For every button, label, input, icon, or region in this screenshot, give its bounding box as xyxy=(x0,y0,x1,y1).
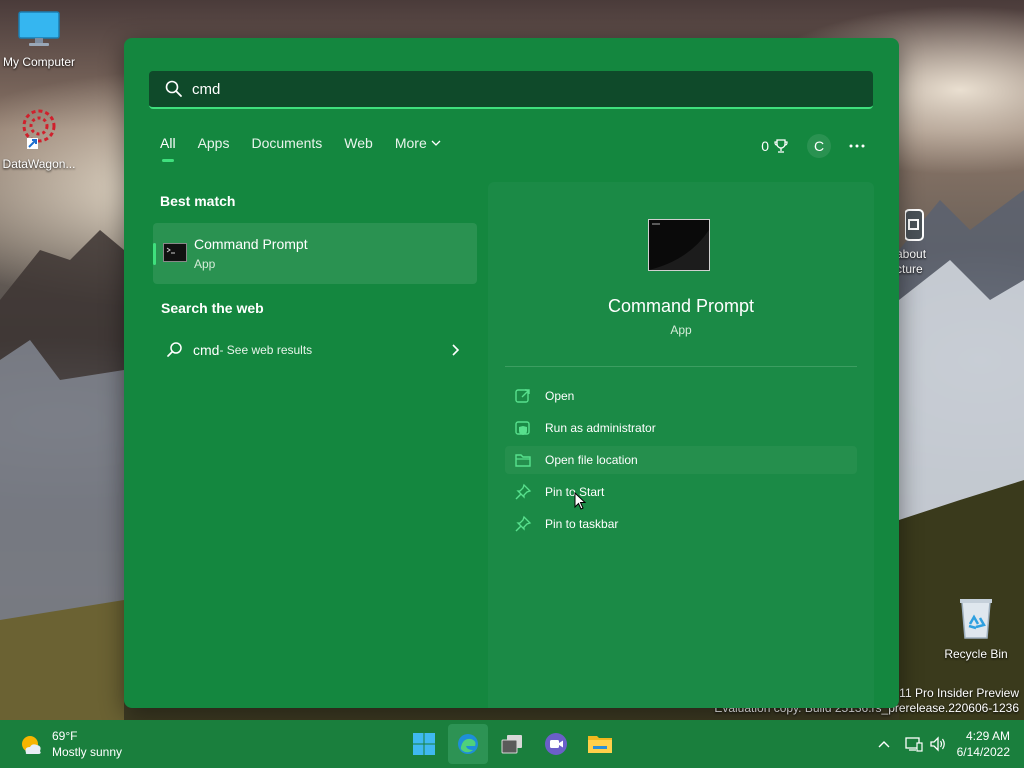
chevron-right-icon xyxy=(452,344,460,356)
chevron-down-icon xyxy=(431,140,441,146)
action-label: Open xyxy=(545,389,575,403)
folder-icon xyxy=(515,454,531,467)
partly-sunny-icon xyxy=(22,736,41,754)
action-pin-to-start[interactable]: Pin to Start xyxy=(505,478,857,506)
monitor-icon xyxy=(18,11,60,46)
more-options-button[interactable] xyxy=(849,143,865,149)
network-icon[interactable] xyxy=(904,736,923,752)
taskbar-task-view[interactable] xyxy=(492,724,532,764)
action-open-file-location[interactable]: Open file location xyxy=(505,446,857,474)
desktop-icon-label: Recycle Bin xyxy=(944,647,1008,661)
weather-widget[interactable]: 69°F Mostly sunny xyxy=(18,728,122,760)
result-details-pane: Command Prompt App Open Run as administr… xyxy=(488,182,874,708)
tab-web[interactable]: Web xyxy=(344,135,373,151)
clock-date: 6/14/2022 xyxy=(956,745,1010,759)
web-search-heading: Search the web xyxy=(161,300,264,316)
rewards-button[interactable]: 0 xyxy=(761,138,789,154)
tab-all[interactable]: All xyxy=(160,135,176,162)
file-explorer-icon xyxy=(588,736,612,753)
search-icon xyxy=(167,342,182,357)
tab-apps[interactable]: Apps xyxy=(198,135,230,151)
search-box[interactable] xyxy=(149,71,873,109)
divider xyxy=(505,366,857,367)
shield-icon xyxy=(515,421,530,435)
taskbar: 69°F Mostly sunny 4:29 AM 6/14/2022 xyxy=(0,720,1024,768)
recycle-bin-icon xyxy=(960,599,992,639)
best-match-heading: Best match xyxy=(160,193,236,209)
best-match-result[interactable]: Command Prompt App xyxy=(153,223,477,284)
trophy-icon xyxy=(774,139,788,153)
details-app-type: App xyxy=(670,323,692,337)
rewards-count: 0 xyxy=(761,138,769,154)
action-run-as-administrator[interactable]: Run as administrator xyxy=(505,414,857,442)
tab-more-label: More xyxy=(394,135,427,151)
command-prompt-icon xyxy=(163,243,187,262)
command-prompt-large-icon xyxy=(648,219,710,271)
avatar-initial: C xyxy=(813,138,825,154)
system-tray: 4:29 AM 6/14/2022 xyxy=(877,720,1024,768)
tab-documents[interactable]: Documents xyxy=(251,135,322,151)
web-search-query: cmd xyxy=(193,342,220,358)
edge-icon xyxy=(458,734,478,754)
selection-indicator xyxy=(153,243,156,265)
desktop-icon-my-computer[interactable]: My Computer xyxy=(0,10,78,69)
search-header-tools: 0 C xyxy=(743,134,865,158)
search-icon xyxy=(165,80,182,97)
pin-icon xyxy=(515,515,532,532)
action-label: Run as administrator xyxy=(545,421,656,435)
desktop-icon-label: My Computer xyxy=(2,55,76,69)
chevron-up-icon[interactable] xyxy=(877,739,891,749)
clock[interactable]: 4:29 AM 6/14/2022 xyxy=(957,728,1010,760)
volume-icon[interactable] xyxy=(929,736,947,752)
mouse-cursor-icon xyxy=(574,492,587,510)
taskbar-edge[interactable] xyxy=(448,724,488,764)
action-pin-to-taskbar[interactable]: Pin to taskbar xyxy=(505,510,857,538)
teams-icon xyxy=(545,733,567,755)
desktop-icon-about[interactable]: about cture xyxy=(896,208,936,277)
desktop-icon-datawagon[interactable]: DataWagon... xyxy=(0,106,78,171)
action-open[interactable]: Open xyxy=(505,382,857,410)
best-match-name: Command Prompt xyxy=(194,236,308,252)
best-match-type: App xyxy=(194,257,216,271)
action-label: Pin to taskbar xyxy=(545,517,619,531)
account-avatar[interactable]: C xyxy=(807,134,831,158)
desktop-icon-recycle-bin[interactable]: Recycle Bin xyxy=(938,596,1014,661)
datawagon-icon xyxy=(22,109,56,149)
ellipsis-icon xyxy=(849,144,865,148)
web-search-suffix: - See web results xyxy=(219,343,313,357)
app-icon xyxy=(904,209,924,241)
desktop-icon-label: about cture xyxy=(896,247,927,276)
clock-time: 4:29 AM xyxy=(965,729,1010,743)
tab-more[interactable]: More xyxy=(395,135,442,151)
search-input[interactable] xyxy=(190,79,794,99)
weather-temperature: 69°F xyxy=(52,729,78,743)
action-label: Open file location xyxy=(545,453,638,467)
taskbar-file-explorer[interactable] xyxy=(580,724,620,764)
taskbar-teams[interactable] xyxy=(536,724,576,764)
filter-tabs: All Apps Documents Web More xyxy=(160,135,464,162)
open-icon xyxy=(515,389,530,403)
start-button[interactable] xyxy=(404,724,444,764)
start-icon xyxy=(413,733,435,755)
search-panel: All Apps Documents Web More 0 C xyxy=(124,38,899,708)
pin-icon xyxy=(515,483,532,500)
weather-description: Mostly sunny xyxy=(52,745,123,759)
details-app-name: Command Prompt xyxy=(607,296,755,316)
web-search-result[interactable]: cmd - See web results xyxy=(166,340,460,360)
task-view-icon xyxy=(501,735,522,754)
desktop-icon-label: DataWagon... xyxy=(2,157,76,171)
